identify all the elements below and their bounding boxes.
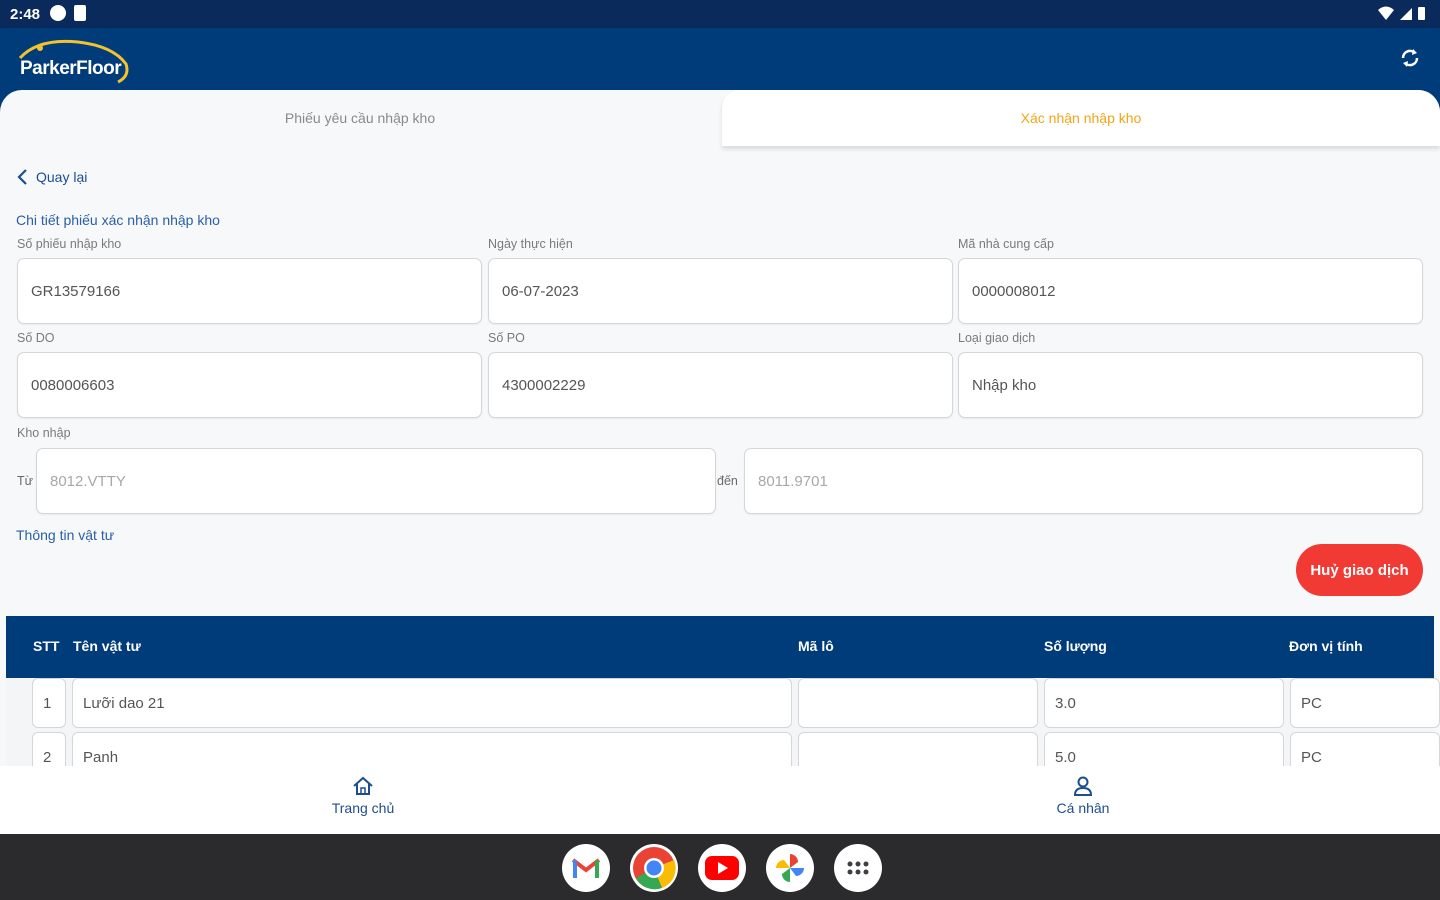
row-lot-cell[interactable]: [798, 678, 1038, 728]
po-no-field[interactable]: 4300002229: [488, 352, 953, 418]
signal-icon: [1400, 8, 1412, 20]
warehouse-to-field[interactable]: 8011.9701: [744, 448, 1423, 514]
logo-text: ParkerFloor: [20, 58, 122, 79]
tab-import-request[interactable]: Phiếu yêu cầu nhập kho: [0, 90, 720, 146]
supplier-code-label: Mã nhà cung cấp: [958, 237, 1054, 251]
do-no-field[interactable]: 0080006603: [17, 352, 482, 418]
status-bar: 2:48: [0, 0, 1440, 28]
row-name-cell[interactable]: Panh: [72, 732, 792, 766]
person-icon: [1073, 776, 1093, 796]
nav-profile-label: Cá nhân: [1056, 800, 1110, 816]
row-unit-cell[interactable]: PC: [1290, 732, 1440, 766]
col-lot: Mã lô: [798, 638, 834, 654]
app-drawer-icon[interactable]: [834, 844, 882, 892]
row-stt-cell: 2: [32, 732, 66, 766]
back-label: Quay lại: [36, 169, 88, 185]
receipt-no-label: Số phiếu nhập kho: [17, 237, 122, 251]
nav-home[interactable]: Trang chủ: [303, 776, 423, 816]
system-dock: [0, 834, 1440, 900]
date-field[interactable]: 06-07-2023: [488, 258, 953, 324]
col-unit: Đơn vị tính: [1289, 638, 1363, 654]
sync-icon[interactable]: [1398, 46, 1422, 70]
battery-icon: [1418, 7, 1425, 20]
back-button[interactable]: Quay lại: [16, 168, 87, 186]
warehouse-to-label: đến: [717, 474, 738, 488]
transaction-type-label: Loại giao dịch: [958, 331, 1036, 345]
home-icon: [353, 776, 373, 795]
row-unit-cell[interactable]: PC: [1290, 678, 1440, 728]
youtube-icon[interactable]: [698, 844, 746, 892]
date-label: Ngày thực hiện: [488, 237, 573, 251]
materials-table-header: STT Tên vật tư Mã lô Số lượng Đơn vị tín…: [6, 616, 1434, 678]
warehouse-from-label: Từ: [17, 474, 34, 488]
warehouse-from-field[interactable]: 8012.VTTY: [36, 448, 716, 514]
row-name-cell[interactable]: Lưỡi dao 21: [72, 678, 792, 728]
cancel-transaction-button[interactable]: Huỷ giao dịch: [1296, 544, 1423, 596]
col-stt: STT: [33, 638, 60, 654]
row-stt-cell: 1: [32, 678, 66, 728]
supplier-code-field[interactable]: 0000008012: [958, 258, 1423, 324]
table-row: 2 Panh 5.0 PC: [6, 732, 1440, 766]
wifi-icon: [1378, 6, 1394, 20]
notification-icon: [50, 5, 66, 21]
transaction-type-field[interactable]: Nhập kho: [958, 352, 1423, 418]
receipt-no-field[interactable]: GR13579166: [17, 258, 482, 324]
warehouse-label: Kho nhập: [17, 426, 71, 440]
row-qty-cell[interactable]: 5.0: [1044, 732, 1284, 766]
status-time: 2:48: [10, 6, 41, 23]
tab-bar: Phiếu yêu cầu nhập kho Xác nhận nhập kho: [0, 90, 1440, 146]
main-content: Phiếu yêu cầu nhập kho Xác nhận nhập kho…: [0, 90, 1440, 766]
tab-import-confirmation[interactable]: Xác nhận nhập kho: [722, 90, 1440, 146]
row-lot-cell[interactable]: [798, 732, 1038, 766]
materials-title: Thông tin vật tư: [16, 527, 115, 543]
chevron-left-icon: [17, 169, 27, 185]
chrome-icon[interactable]: [630, 844, 678, 892]
app-bar: ParkerFloor: [0, 28, 1440, 92]
bottom-nav: Trang chủ Cá nhân: [0, 766, 1440, 834]
section-title: Chi tiết phiếu xác nhận nhập kho: [16, 212, 220, 228]
photos-icon[interactable]: [766, 844, 814, 892]
col-qty: Số lượng: [1044, 638, 1107, 654]
gmail-icon[interactable]: [562, 844, 610, 892]
nav-home-label: Trang chủ: [331, 800, 395, 816]
po-no-label: Số PO: [488, 331, 525, 345]
table-row: 1 Lưỡi dao 21 3.0 PC: [6, 678, 1440, 732]
parkerfloor-logo: ParkerFloor: [18, 36, 138, 86]
sd-card-icon: [74, 5, 86, 21]
col-name: Tên vật tư: [73, 638, 141, 654]
row-qty-cell[interactable]: 3.0: [1044, 678, 1284, 728]
nav-profile[interactable]: Cá nhân: [1023, 776, 1143, 816]
do-no-label: Số DO: [17, 331, 55, 345]
